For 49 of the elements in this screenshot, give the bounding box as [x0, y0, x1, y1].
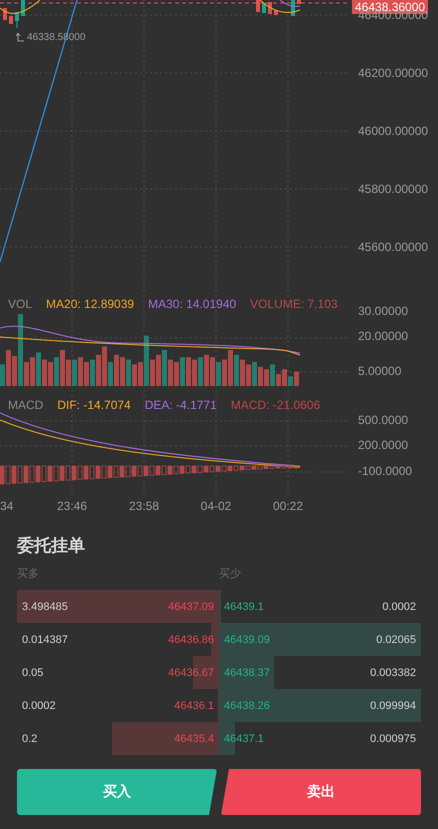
time-label: 34: [0, 499, 14, 513]
axis-label: 200.0000: [358, 438, 408, 452]
corner-arrow-icon: [16, 33, 24, 42]
column-header: 买少: [219, 567, 242, 582]
legend-label: DIF: -14.7074: [57, 398, 131, 412]
axis-label: 46200.00000: [358, 66, 428, 80]
legend-label: MA30: 14.01940: [148, 297, 236, 311]
legend-label: DEA: -4.1771: [144, 398, 217, 412]
axis-label: 20.00000: [358, 329, 408, 343]
bid-price: 46436.1: [174, 700, 214, 712]
time-label: 23:46: [56, 499, 88, 513]
column-header: 买多: [17, 567, 40, 582]
ask-price: 46438.26: [224, 700, 270, 712]
bid-price: 46436.67: [168, 666, 214, 678]
ask-amount: 0.02065: [376, 634, 416, 646]
bid-amount: 0.014387: [22, 634, 68, 646]
axis-label: 500.0000: [358, 413, 408, 427]
sell-button[interactable]: 卖出: [221, 769, 421, 815]
ask-amount: 0.000975: [370, 732, 416, 744]
bid-price: 46436.86: [168, 634, 214, 646]
time-label: 23:58: [128, 499, 160, 513]
ask-amount: 0.0002: [382, 600, 416, 612]
ask-price: 46437.1: [224, 732, 264, 744]
ask-price: 46439.1: [224, 600, 264, 612]
section-title: 委托挂单: [17, 535, 86, 557]
legend-label: MACD: -21.0606: [230, 398, 320, 412]
axis-label: 45600.00000: [358, 240, 428, 254]
axis-label: 45800.00000: [358, 182, 428, 196]
ask-price: 46439.09: [224, 634, 270, 646]
buy-button[interactable]: 买入: [17, 769, 217, 815]
bid-amount: 0.2: [22, 732, 38, 744]
bid-amount: 3.498485: [22, 600, 68, 612]
bid-amount: 0.0002: [22, 700, 56, 712]
axis-label: 30.00000: [358, 304, 408, 318]
time-label: 04-02: [200, 499, 232, 513]
bid-price: 46435.4: [174, 732, 214, 744]
axis-label: -100.0000: [358, 464, 412, 478]
legend-label: VOLUME: 7.103: [250, 297, 338, 311]
axis-label: 46000.00000: [358, 124, 428, 138]
ask-amount: 0.099994: [370, 700, 416, 712]
legend-label: MACD: [8, 398, 44, 412]
legend-label: MA20: 12.89039: [46, 297, 134, 311]
ask-amount: 0.003382: [370, 666, 416, 678]
axis-label: 5.00000: [358, 364, 402, 378]
time-label: 00:22: [272, 499, 304, 513]
legend-label: VOL: [8, 297, 32, 311]
bid-amount: 0.05: [22, 666, 44, 678]
bid-price: 46437.09: [168, 600, 214, 612]
ask-price: 46438.37: [224, 666, 270, 678]
